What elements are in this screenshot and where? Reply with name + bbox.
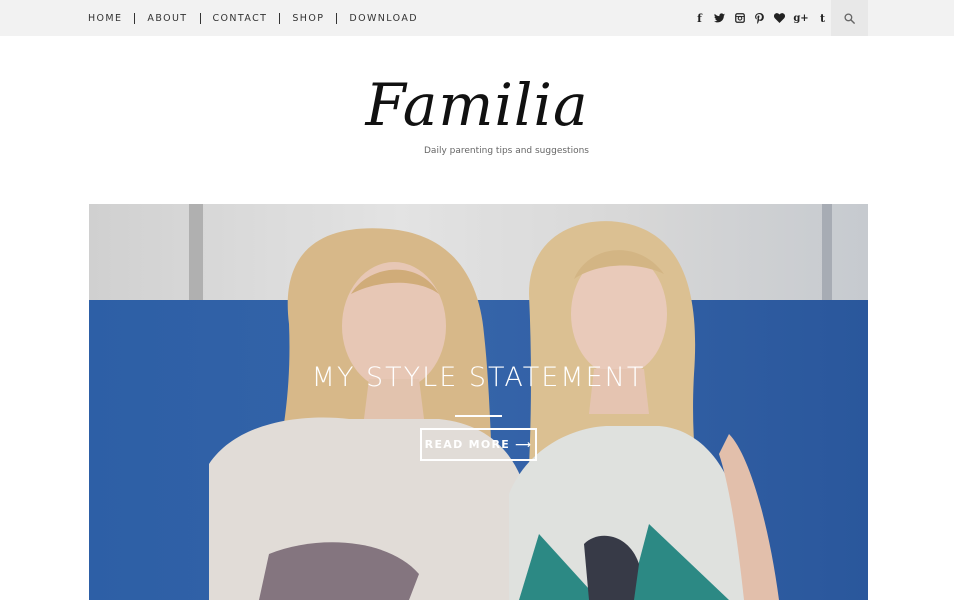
nav-separator: [336, 12, 338, 24]
instagram-icon[interactable]: [734, 12, 745, 24]
nav-separator: [199, 12, 201, 24]
search-button[interactable]: [831, 0, 868, 36]
facebook-icon[interactable]: f: [694, 12, 705, 25]
social-links: f g+ t: [694, 0, 828, 36]
hero-slide: MY STYLE STATEMENT READ MORE ⟶: [89, 204, 868, 600]
nav-home[interactable]: HOME: [88, 13, 122, 24]
search-icon: [844, 12, 855, 24]
tumblr-icon[interactable]: t: [817, 12, 828, 25]
hero-divider: [455, 415, 502, 417]
hero-overlay: [89, 204, 868, 600]
site-tagline: Daily parenting tips and suggestions: [424, 146, 589, 156]
top-bar: HOME ABOUT CONTACT SHOP DOWNLOAD f g+ t: [0, 0, 954, 36]
top-nav: HOME ABOUT CONTACT SHOP DOWNLOAD: [88, 0, 418, 36]
hero-title[interactable]: MY STYLE STATEMENT: [89, 362, 868, 393]
nav-about[interactable]: ABOUT: [147, 13, 187, 24]
pinterest-icon[interactable]: [754, 12, 765, 24]
read-more-button[interactable]: READ MORE ⟶: [420, 428, 537, 461]
nav-shop[interactable]: SHOP: [292, 13, 324, 24]
nav-separator: [134, 12, 136, 24]
google-plus-icon[interactable]: g+: [793, 12, 808, 24]
heart-icon[interactable]: [774, 12, 785, 24]
twitter-icon[interactable]: [714, 12, 725, 24]
site-logo[interactable]: Familia: [0, 70, 954, 140]
nav-separator: [279, 12, 281, 24]
nav-download[interactable]: DOWNLOAD: [349, 13, 418, 24]
nav-contact[interactable]: CONTACT: [213, 13, 268, 24]
site-logo-wrap: Familia: [0, 70, 954, 140]
